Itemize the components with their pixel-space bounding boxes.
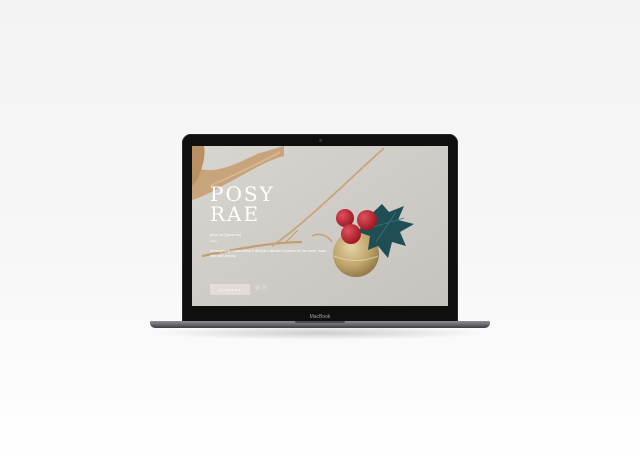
laptop-shadow — [150, 326, 490, 340]
word-type-tag: noun — [210, 239, 217, 243]
brand-title-line1: POSY — [210, 182, 275, 206]
laptop-base — [150, 321, 490, 328]
product-mockup-scene: POSY RAE posy rae [pəʊzɪ reɪ] noun A tho… — [0, 0, 640, 462]
brand-title: POSY RAE — [210, 184, 275, 224]
laptop-lid: POSY RAE posy rae [pəʊzɪ reɪ] noun A tho… — [182, 134, 458, 322]
hero-description: A thoughtfully curated floral & lifestyl… — [210, 249, 327, 258]
device-label: MacBook — [309, 314, 331, 320]
hero-image — [192, 146, 448, 306]
instagram-icon[interactable]: ◎ — [255, 286, 260, 291]
flowers-button[interactable]: FLOWERS — [210, 284, 250, 295]
camera-icon — [319, 139, 322, 142]
brand-title-line2: RAE — [210, 202, 261, 226]
social-links: ◎ ⓟ — [255, 286, 267, 291]
laptop-screen: POSY RAE posy rae [pəʊzɪ reɪ] noun A tho… — [192, 146, 448, 306]
pronunciation-text: posy rae [pəʊzɪ reɪ] — [210, 232, 242, 237]
laptop-notch — [295, 321, 345, 323]
pinterest-icon[interactable]: ⓟ — [262, 286, 267, 291]
